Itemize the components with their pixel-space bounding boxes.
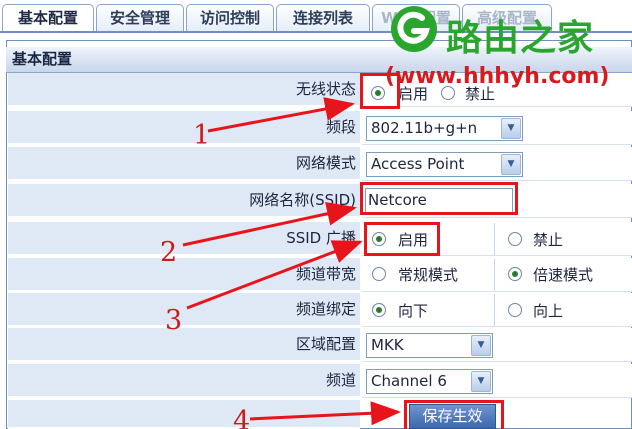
marker-3: 3: [165, 305, 183, 336]
router-config-screen: 基本配置 安全管理 访问控制 连接列表 WDS配置 高级配置 基本配置 无线状态…: [0, 0, 632, 429]
watermark-logo-icon: [391, 6, 437, 52]
arrow-1: [207, 97, 355, 133]
arrow-2: [182, 201, 357, 247]
marker-4: 4: [233, 406, 251, 429]
marker-2: 2: [160, 237, 178, 268]
watermark-name: 路由之家: [446, 18, 595, 59]
marker-1: 1: [193, 120, 211, 151]
watermark-url: (www.hhhyh.com): [385, 64, 610, 89]
arrow-4: [249, 401, 401, 426]
arrow-3: [186, 240, 363, 310]
